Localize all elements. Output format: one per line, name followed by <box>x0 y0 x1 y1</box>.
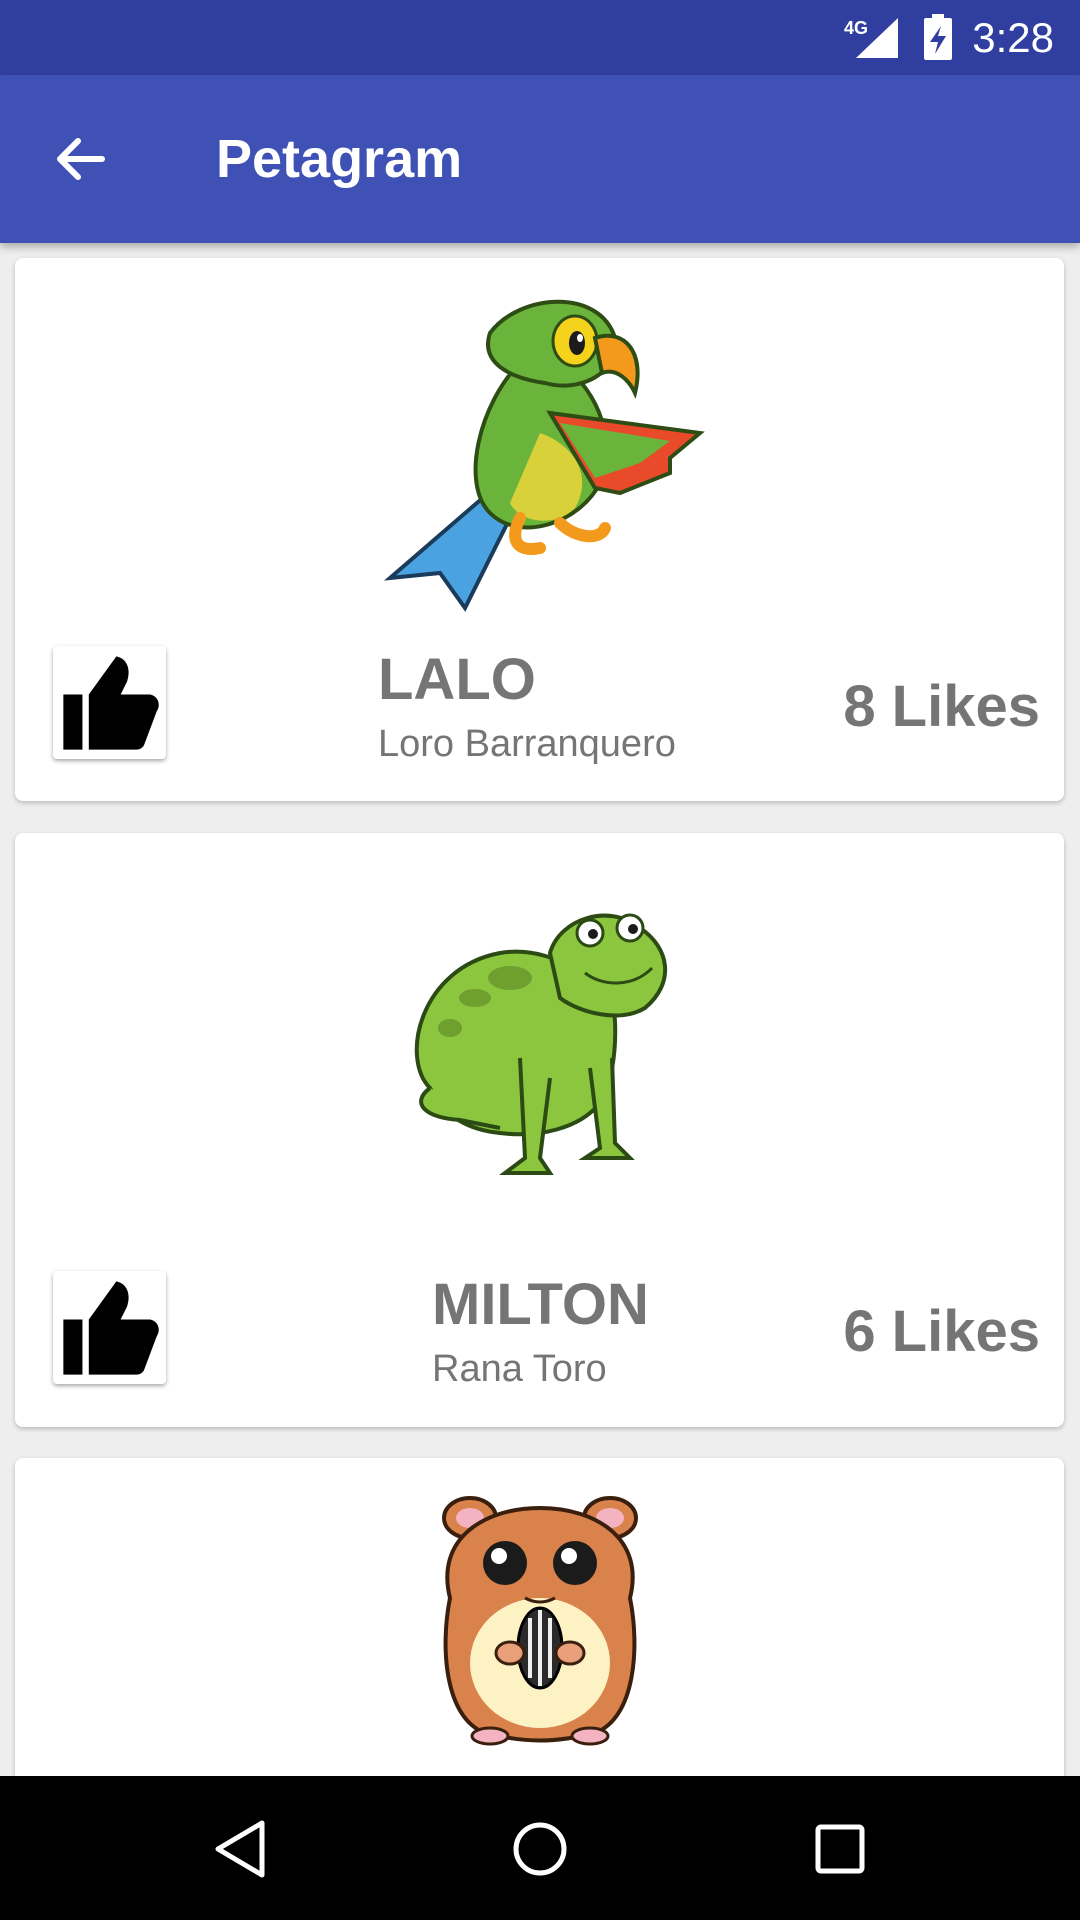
pet-name: MILTON <box>432 1272 649 1337</box>
arrow-back-icon <box>57 138 105 180</box>
battery-charging-icon <box>924 14 952 60</box>
home-circle-icon <box>513 1822 567 1876</box>
likes-count: 8 Likes <box>843 674 1040 739</box>
pet-name: LALO <box>378 647 536 712</box>
back-button[interactable] <box>40 119 120 199</box>
nav-back-button[interactable] <box>195 1804 285 1894</box>
status-icons: 4G <box>844 14 952 60</box>
pet-card: LALO Loro Barranquero 8 Likes <box>15 258 1064 801</box>
app-title: Petagram <box>216 129 463 189</box>
pet-species: Loro Barranquero <box>378 723 676 765</box>
nav-recents-button[interactable] <box>795 1804 885 1894</box>
pet-card <box>15 1458 1064 1776</box>
status-time: 3:28 <box>972 14 1054 61</box>
network-type-label: 4G <box>844 18 868 38</box>
recents-square-icon <box>815 1824 865 1874</box>
pet-card: MILTON Rana Toro 6 Likes <box>15 833 1064 1427</box>
nav-home-button[interactable] <box>495 1804 585 1894</box>
system-nav-bar <box>0 1776 1080 1920</box>
thumb-up-icon <box>62 655 159 750</box>
like-button[interactable] <box>53 1271 166 1384</box>
pet-photo-parrot <box>383 299 705 612</box>
pet-info: MILTON Rana Toro <box>432 1271 649 1393</box>
pet-photo-hamster <box>441 1496 638 1746</box>
status-bar: 4G 3:28 <box>0 0 1080 75</box>
like-button[interactable] <box>53 646 166 759</box>
back-triangle-icon <box>215 1820 265 1878</box>
likes-count: 6 Likes <box>843 1299 1040 1364</box>
pet-species: Rana Toro <box>432 1348 607 1390</box>
pet-list[interactable]: LALO Loro Barranquero 8 Likes MILTON Ran… <box>0 243 1080 1776</box>
pet-info: LALO Loro Barranquero <box>378 646 676 768</box>
app-bar: Petagram <box>0 75 1080 243</box>
thumb-up-icon <box>62 1280 159 1375</box>
pet-photo-frog <box>414 913 667 1175</box>
